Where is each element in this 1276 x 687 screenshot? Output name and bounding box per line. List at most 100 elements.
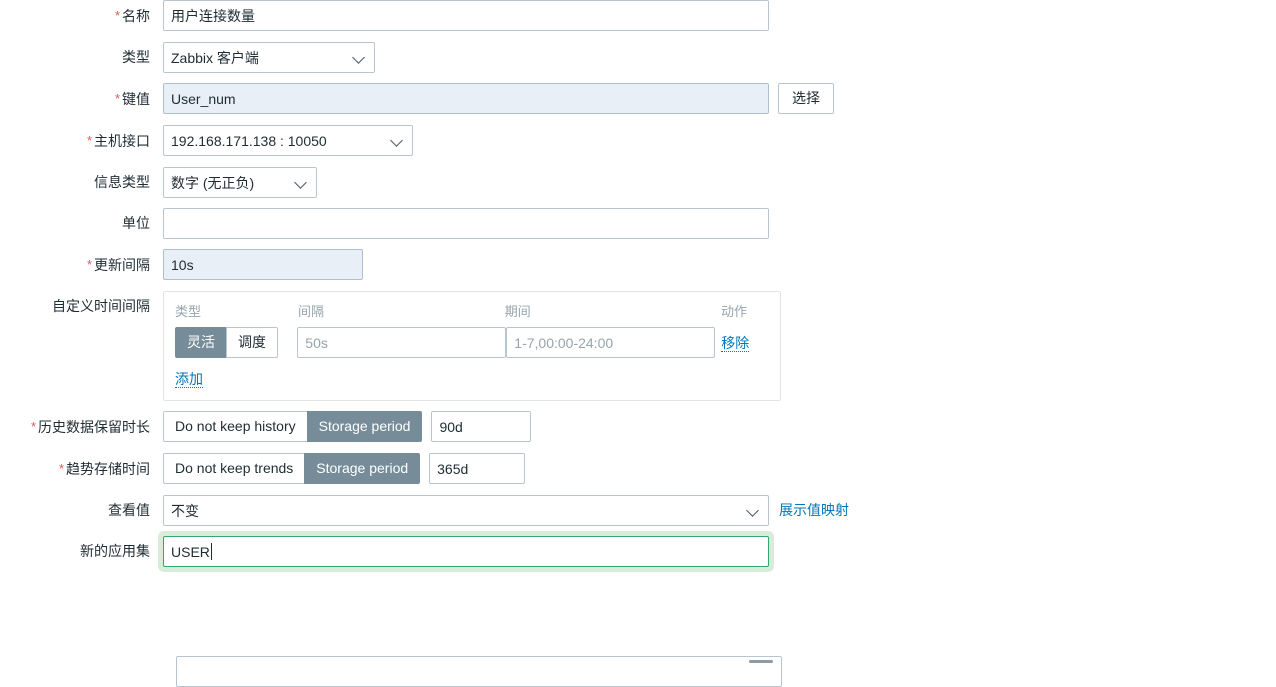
type-select[interactable]: Zabbix 客户端 bbox=[163, 42, 375, 73]
form-row-host-interface: * 主机接口 192.168.171.138 : 10050 bbox=[0, 125, 1276, 157]
field-name bbox=[163, 0, 769, 31]
field-units bbox=[163, 208, 769, 239]
label-info-type: 信息类型 bbox=[0, 167, 163, 198]
chevron-down-icon bbox=[353, 51, 366, 64]
trends-period-input[interactable] bbox=[429, 453, 526, 484]
key-input[interactable] bbox=[163, 83, 769, 114]
label-info-type-text: 信息类型 bbox=[94, 174, 150, 190]
value-mapping-select[interactable]: 不变 bbox=[163, 495, 769, 526]
form-row-new-application: 新的应用集 bbox=[0, 536, 1276, 567]
form-row-history: * 历史数据保留时长 Do not keep history Storage pe… bbox=[0, 411, 1276, 443]
column-header-action: 动作 bbox=[720, 304, 747, 319]
period-input[interactable] bbox=[506, 327, 716, 358]
show-value-mappings-link[interactable]: 展示值映射 bbox=[779, 495, 849, 526]
label-name: * 名称 bbox=[0, 0, 163, 32]
interval-type-scheduling-button[interactable]: 调度 bbox=[226, 327, 278, 358]
required-marker-key: * bbox=[114, 91, 120, 106]
text-cursor bbox=[210, 543, 212, 560]
field-value-mapping: 不变 展示值映射 bbox=[163, 495, 849, 526]
host-interface-select-value: 192.168.171.138 : 10050 bbox=[171, 132, 327, 149]
label-type: 类型 bbox=[0, 42, 163, 73]
trends-do-not-keep-button[interactable]: Do not keep trends bbox=[163, 453, 306, 484]
remove-interval-link[interactable]: 移除 bbox=[721, 334, 750, 352]
chevron-down-icon bbox=[295, 176, 308, 189]
value-mapping-select-value: 不变 bbox=[171, 502, 199, 519]
form-row-value-mapping: 查看值 不变 展示值映射 bbox=[0, 495, 1276, 526]
field-type: Zabbix 客户端 bbox=[163, 42, 375, 73]
field-update-interval bbox=[163, 249, 363, 280]
history-storage-period-button[interactable]: Storage period bbox=[306, 411, 423, 442]
custom-interval-row: 灵活 调度 移除 bbox=[175, 327, 769, 358]
form-row-type: 类型 Zabbix 客户端 bbox=[0, 42, 1276, 73]
label-host-interface: * 主机接口 bbox=[0, 125, 163, 157]
form-row-units: 单位 bbox=[0, 208, 1276, 239]
field-host-interface: 192.168.171.138 : 10050 bbox=[163, 125, 413, 156]
form-row-update-interval: * 更新间隔 bbox=[0, 249, 1276, 281]
item-configuration-form: *名称 类型 Zabbix 客户端 *键值 选择 *主机接口 bbox=[0, 0, 1276, 577]
update-interval-input[interactable] bbox=[163, 249, 363, 280]
required-marker-trends: * bbox=[58, 461, 64, 476]
new-application-input[interactable] bbox=[163, 536, 769, 567]
label-name-text: 名称 bbox=[122, 8, 150, 24]
field-trends: Do not keep trends Storage period bbox=[163, 453, 526, 484]
label-new-application-text: 新的应用集 bbox=[80, 543, 150, 559]
column-header-type: 类型 bbox=[175, 304, 202, 319]
label-update-interval-text: 更新间隔 bbox=[94, 257, 150, 273]
custom-intervals-header: 类型 间隔 期间 动作 bbox=[175, 301, 769, 320]
label-trends: * 趋势存储时间 bbox=[0, 453, 163, 485]
info-type-select-value: 数字 (无正负) bbox=[171, 174, 255, 191]
form-row-trends: * 趋势存储时间 Do not keep trends Storage perio… bbox=[0, 453, 1276, 485]
field-history: Do not keep history Storage period bbox=[163, 411, 532, 442]
label-host-interface-text: 主机接口 bbox=[94, 133, 150, 149]
label-custom-intervals-text: 自定义时间间隔 bbox=[52, 298, 150, 314]
chevron-down-icon bbox=[391, 134, 404, 147]
add-interval-wrap: 添加 bbox=[175, 369, 769, 389]
form-row-custom-intervals: 自定义时间间隔 类型 间隔 期间 动作 灵活 调度 50s 1-7,00:00-… bbox=[0, 291, 1276, 401]
type-select-value: Zabbix 客户端 bbox=[171, 49, 259, 66]
interval-type-toggle: 灵活 调度 bbox=[175, 327, 297, 358]
label-units-text: 单位 bbox=[122, 215, 150, 231]
field-custom-intervals: 类型 间隔 期间 动作 灵活 调度 50s 1-7,00:00-24:00 移除… bbox=[163, 291, 781, 401]
trends-storage-period-button[interactable]: Storage period bbox=[304, 453, 421, 484]
applications-multiselect[interactable] bbox=[176, 656, 782, 687]
field-info-type: 数字 (无正负) bbox=[163, 167, 317, 198]
label-key: * 键值 bbox=[0, 83, 163, 115]
history-mode-segmented: Do not keep history Storage period bbox=[163, 411, 423, 442]
info-type-select[interactable]: 数字 (无正负) bbox=[163, 167, 317, 198]
name-input[interactable] bbox=[163, 0, 769, 31]
form-row-name: * 名称 bbox=[0, 0, 1276, 32]
label-value-mapping-text: 查看值 bbox=[108, 502, 150, 518]
history-do-not-keep-button[interactable]: Do not keep history bbox=[163, 411, 308, 442]
required-marker-history: * bbox=[30, 419, 36, 434]
required-marker-host-interface: * bbox=[86, 133, 92, 148]
interval-value-cell bbox=[297, 327, 507, 358]
label-units: 单位 bbox=[0, 208, 163, 239]
form-row-key: *键值 选择 bbox=[0, 83, 1276, 115]
host-interface-select[interactable]: 192.168.171.138 : 10050 bbox=[163, 125, 413, 156]
key-select-button[interactable]: 选择 bbox=[778, 83, 834, 114]
required-marker-name: * bbox=[114, 8, 120, 23]
label-value-mapping: 查看值 bbox=[0, 495, 163, 526]
label-history-text: 历史数据保留时长 bbox=[38, 419, 150, 435]
column-header-period: 期间 bbox=[504, 304, 531, 319]
units-input[interactable] bbox=[163, 208, 769, 239]
add-interval-link[interactable]: 添加 bbox=[175, 371, 203, 388]
label-new-application: 新的应用集 bbox=[0, 536, 163, 567]
label-type-text: 类型 bbox=[122, 49, 150, 65]
required-marker-update-interval: * bbox=[86, 257, 92, 272]
label-update-interval: * 更新间隔 bbox=[0, 249, 163, 281]
field-key: 选择 bbox=[163, 83, 834, 114]
label-history: * 历史数据保留时长 bbox=[0, 411, 163, 443]
chevron-down-icon bbox=[747, 504, 760, 517]
custom-intervals-table: 类型 间隔 期间 动作 灵活 调度 50s 1-7,00:00-24:00 移除… bbox=[163, 291, 781, 401]
interval-input[interactable] bbox=[297, 327, 507, 358]
column-header-interval: 间隔 bbox=[298, 304, 325, 319]
history-period-input[interactable] bbox=[431, 411, 532, 442]
interval-action-cell: 移除 bbox=[721, 333, 769, 353]
label-trends-text: 趋势存储时间 bbox=[66, 461, 150, 477]
label-custom-intervals: 自定义时间间隔 bbox=[0, 291, 163, 322]
interval-type-flexible-button[interactable]: 灵活 bbox=[175, 327, 227, 358]
field-new-application bbox=[163, 536, 769, 567]
trends-mode-segmented: Do not keep trends Storage period bbox=[163, 453, 421, 484]
form-row-info-type: 信息类型 数字 (无正负) bbox=[0, 167, 1276, 198]
